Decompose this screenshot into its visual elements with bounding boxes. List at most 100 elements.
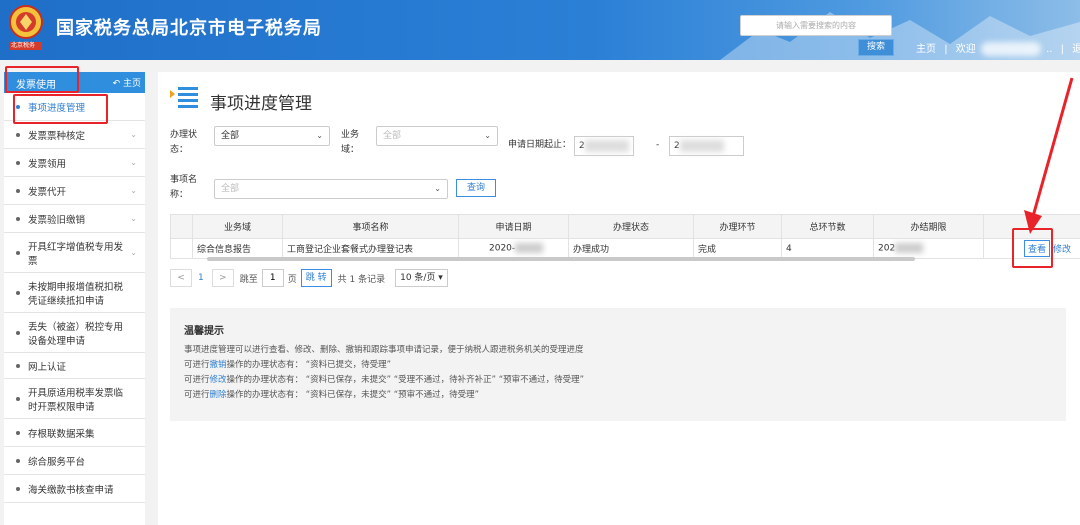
date-from-input[interactable]: 2: [574, 136, 634, 156]
date-blurred: [584, 139, 629, 152]
tip-text: 可进行: [184, 360, 210, 370]
date-range-label: 申请日期起止：: [508, 140, 572, 150]
sidebar-item-label: 事项进度管理: [28, 102, 86, 114]
sidebar-item[interactable]: 发票代开 ⌄: [4, 177, 145, 205]
deadline-blurred: [895, 243, 924, 254]
tip-text: 可进行: [184, 390, 210, 400]
bullet-icon: [16, 290, 20, 295]
tip-line: 事项进度管理可以进行查看、修改、删除、撤销和跟踪事项申请记录，便于纳税人跟进税务…: [184, 345, 584, 355]
status-select[interactable]: 全部 ⌄: [214, 126, 330, 146]
sidebar-item[interactable]: 发票票种核定 ⌄: [4, 121, 145, 149]
chevron-down-icon: ⌄: [130, 186, 137, 195]
go-button[interactable]: 跳 转: [300, 269, 332, 287]
username-ellipsis: ..: [1046, 44, 1053, 55]
back-arrow-icon: ↶: [112, 79, 121, 89]
prev-page-button[interactable]: <: [170, 269, 192, 287]
table-header-cell: [170, 214, 193, 239]
page-number[interactable]: 1: [198, 273, 204, 283]
status-select-value: 全部: [221, 131, 240, 141]
cell-step: 完成: [693, 238, 782, 259]
item-select[interactable]: 全部 ⌄: [214, 179, 448, 199]
chevron-down-icon: ⌄: [484, 131, 491, 140]
cell-actions: 查看 修改: [983, 238, 1080, 259]
sidebar-home-link[interactable]: ↶ 主页: [113, 76, 141, 89]
table-header-cell: 申请日期: [458, 214, 569, 239]
table-header-cell: 总环节数: [781, 214, 874, 239]
sidebar-item[interactable]: 存根联数据采集: [4, 419, 145, 447]
table-header-cell: 办结期限: [873, 214, 984, 239]
cell-item-name: 工商登记企业套餐式办理登记表: [282, 238, 459, 259]
sidebar-item-label: 开具红字增值税专用发票: [28, 241, 124, 267]
bullet-icon: [16, 216, 20, 221]
sidebar-item[interactable]: 开具红字增值税专用发票 ⌄: [4, 233, 145, 273]
bullet-icon: [16, 104, 20, 109]
username-blurred: [980, 42, 1041, 56]
sidebar-item[interactable]: 未按期申报增值税扣税凭证继续抵扣申请: [4, 273, 145, 313]
chevron-down-icon: ⌄: [130, 158, 137, 167]
main-panel: 事项进度管理 办理状态： 全部 ⌄ 业务域： 全部 ⌄ 申请日期起止： 2 - …: [158, 72, 1080, 525]
sidebar-title[interactable]: 发票使用: [16, 76, 56, 91]
nav-separator: |: [1060, 44, 1065, 55]
date-to-input[interactable]: 2: [669, 136, 744, 156]
sidebar-item-label: 发票代开: [28, 186, 67, 198]
bullet-icon: [16, 188, 20, 193]
sidebar-item-label: 发票领用: [28, 158, 67, 170]
bullet-icon: [16, 160, 20, 165]
sidebar-item-label: 存根联数据采集: [28, 428, 95, 440]
logout-link[interactable]: 退出: [1072, 40, 1080, 55]
chevron-down-icon: ⌄: [316, 131, 323, 140]
sidebar-item-label: 开具原适用税率发票临时开票权限申请: [28, 387, 124, 413]
page-size-select[interactable]: 10 条/页 ▾: [395, 269, 448, 287]
search-input[interactable]: [740, 15, 892, 36]
query-button[interactable]: 查询: [456, 179, 496, 197]
domain-select-value: 全部: [383, 131, 402, 141]
row-check-cell: [170, 238, 193, 259]
logo-caption: 北京税务: [10, 42, 35, 49]
page-unit: 页: [287, 274, 297, 285]
tip-text: 操作的办理状态有： “资料已提交，待受理”: [226, 360, 392, 370]
sidebar-item-label: 未按期申报增值税扣税凭证继续抵扣申请: [28, 281, 124, 307]
bullet-icon: [16, 396, 20, 401]
date-blurred: [515, 243, 544, 254]
home-link[interactable]: 主页: [916, 40, 936, 55]
sidebar-header: 发票使用 ↶ 主页: [4, 72, 145, 93]
date-blurred: [679, 139, 724, 152]
chevron-down-icon: ⌄: [130, 248, 137, 257]
nav-separator: |: [944, 44, 948, 55]
tip-text: 操作的办理状态有： “资料已保存，未提交” “预审不通过，待受理”: [226, 390, 480, 400]
view-button[interactable]: 查看: [1024, 240, 1051, 257]
sidebar-item[interactable]: 事项进度管理: [4, 93, 145, 121]
bullet-icon: [16, 430, 20, 435]
top-nav: 主页 | 欢迎 .. | 退出: [916, 40, 1080, 56]
sidebar-item[interactable]: 发票领用 ⌄: [4, 149, 145, 177]
table-horizontal-scrollbar[interactable]: [207, 257, 915, 261]
chevron-down-icon: ⌄: [130, 130, 137, 139]
pagination: < 1 > 跳至 页 跳 转 共 1 条记录 10 条/页 ▾: [170, 268, 448, 288]
domain-select[interactable]: 全部 ⌄: [376, 126, 498, 146]
sidebar-item-label: 网上认证: [28, 361, 67, 373]
next-page-button[interactable]: >: [211, 269, 234, 287]
modify-link[interactable]: 修改: [1053, 245, 1071, 255]
bullet-icon: [16, 330, 20, 335]
item-select-value: 全部: [221, 184, 240, 194]
sidebar-item[interactable]: 网上认证: [4, 353, 145, 379]
table-header-cell: 事项名称: [282, 214, 459, 239]
chevron-down-icon: ⌄: [130, 214, 137, 223]
sidebar-item[interactable]: 发票验旧缴销 ⌄: [4, 205, 145, 233]
cell-apply-date: 2020-: [458, 238, 569, 259]
sidebar-item[interactable]: 开具原适用税率发票临时开票权限申请: [4, 379, 145, 419]
delete-highlight: 删除: [209, 390, 227, 400]
sidebar-item[interactable]: 丢失（被盗）税控专用设备处理申请: [4, 313, 145, 353]
cell-status: 办理成功: [568, 238, 694, 259]
site-title: 国家税务总局北京市电子税务局: [56, 18, 322, 39]
modify-highlight: 修改: [209, 375, 227, 385]
tip-text: 可进行: [184, 375, 210, 385]
sidebar-item[interactable]: 海关缴款书核查申请: [4, 475, 145, 503]
sidebar-item[interactable]: 综合服务平台: [4, 447, 145, 475]
annotation-arrow: [1024, 77, 1074, 234]
goto-label: 跳至: [239, 274, 258, 285]
search-button[interactable]: 搜索: [858, 39, 894, 56]
tips-title: 温馨提示: [184, 326, 224, 337]
bullet-icon: [16, 250, 20, 255]
goto-page-input[interactable]: [261, 269, 284, 287]
